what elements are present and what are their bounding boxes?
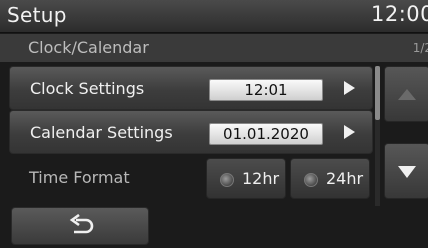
scroll-down-button[interactable] bbox=[384, 143, 428, 199]
calendar-value: 01.01.2020 bbox=[209, 123, 323, 145]
clock-settings-row[interactable]: Clock Settings 12:01 bbox=[9, 66, 373, 110]
title-bar: Setup 12:00 bbox=[0, 0, 428, 33]
clock-display: 12:00 bbox=[370, 2, 428, 26]
clock-settings-label: Clock Settings bbox=[30, 79, 145, 98]
calendar-settings-row[interactable]: Calendar Settings 01.01.2020 bbox=[9, 110, 373, 154]
calendar-settings-label: Calendar Settings bbox=[30, 123, 173, 142]
12hr-label: 12hr bbox=[242, 169, 280, 188]
back-button[interactable] bbox=[11, 207, 149, 245]
time-format-12hr-option[interactable]: 12hr bbox=[206, 158, 286, 199]
time-format-24hr-option[interactable]: 24hr bbox=[290, 158, 370, 199]
scroll-up-button[interactable] bbox=[384, 66, 428, 122]
24hr-label: 24hr bbox=[326, 169, 364, 188]
return-arrow-icon bbox=[69, 214, 94, 234]
play-right-icon bbox=[344, 81, 355, 95]
triangle-up-icon bbox=[398, 89, 416, 100]
time-format-label: Time Format bbox=[29, 168, 130, 187]
triangle-down-icon bbox=[398, 166, 416, 178]
scrollbar[interactable] bbox=[375, 66, 380, 206]
play-right-icon bbox=[344, 125, 355, 139]
time-format-row: Time Format 12hr 24hr bbox=[9, 156, 373, 200]
radio-button-icon bbox=[304, 173, 318, 187]
section-title: Clock/Calendar bbox=[28, 38, 149, 57]
sub-header: Clock/Calendar 1/2 bbox=[0, 34, 428, 62]
page-indicator: 1/2 bbox=[412, 41, 428, 55]
screen: Setup 12:00 Clock/Calendar 1/2 Clock Set… bbox=[0, 0, 428, 248]
clock-value: 12:01 bbox=[209, 79, 323, 101]
page-title: Setup bbox=[7, 3, 67, 27]
radio-button-icon bbox=[220, 173, 234, 187]
scrollbar-thumb[interactable] bbox=[375, 66, 380, 120]
